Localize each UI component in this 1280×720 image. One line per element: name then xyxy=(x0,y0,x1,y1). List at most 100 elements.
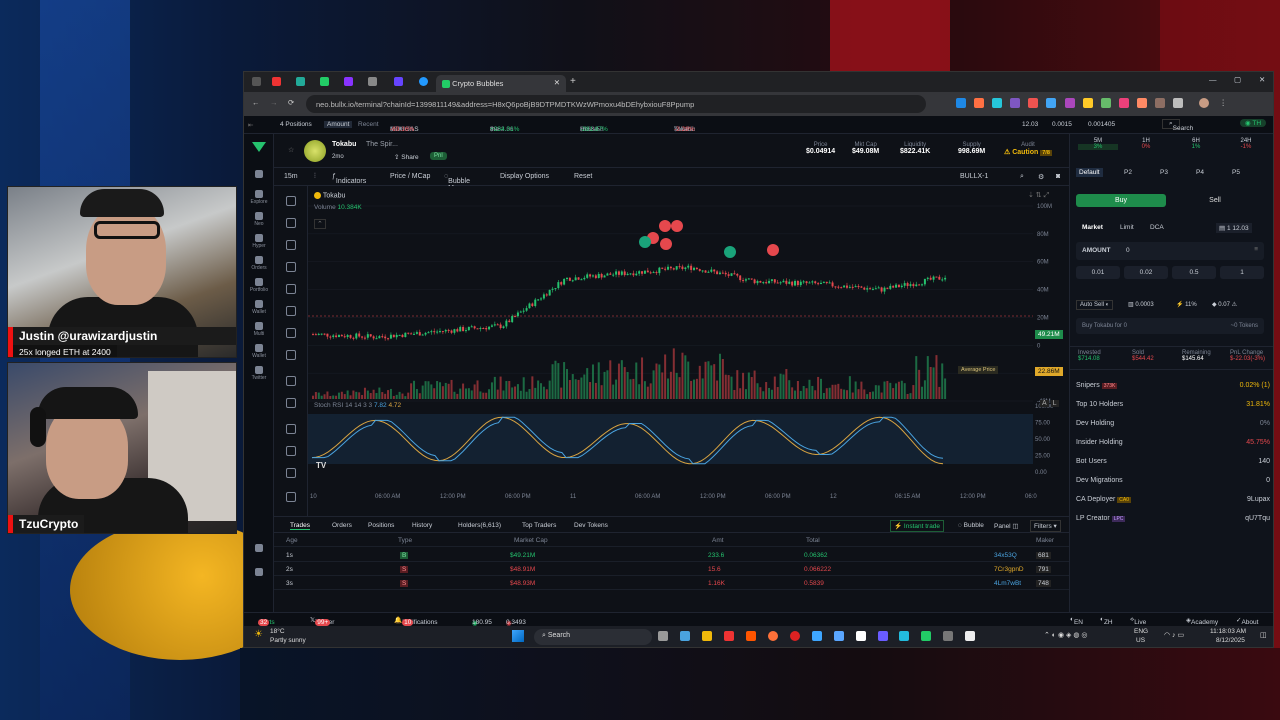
table-row[interactable]: 1s B $49.21M 233.6 0.06362 34x53Q 681 xyxy=(274,549,1069,562)
tab-favicon[interactable] xyxy=(394,77,403,86)
extension-icon[interactable] xyxy=(1046,98,1057,109)
order-dca[interactable]: DCA xyxy=(1150,224,1164,231)
buy-tab[interactable]: Buy xyxy=(1076,194,1166,207)
extension-icon[interactable] xyxy=(1064,98,1075,109)
priority-fee[interactable]: ▥ 0.0003 xyxy=(1128,301,1154,308)
network-volume-icons[interactable]: ◠ ♪ ▭ xyxy=(1164,631,1184,639)
quick-amount[interactable]: 0.02 xyxy=(1124,266,1168,279)
chrome-icon[interactable] xyxy=(723,631,734,641)
account-icon[interactable] xyxy=(246,568,272,577)
firefox-icon[interactable] xyxy=(767,631,778,641)
magnet-icon[interactable] xyxy=(286,424,296,434)
tab-favicon[interactable] xyxy=(272,77,281,86)
pattern-icon[interactable] xyxy=(286,262,296,272)
task-view-icon[interactable] xyxy=(658,631,668,641)
lang-zh[interactable]: ◐ ZH xyxy=(1100,616,1113,626)
tab-favicon[interactable] xyxy=(320,77,329,86)
period-24h[interactable]: 24H -1% xyxy=(1226,138,1266,150)
notifications-button[interactable]: 🔔 Notifications 10 xyxy=(394,616,438,626)
nav-twitter[interactable]: Twitter xyxy=(246,366,272,381)
table-row[interactable]: 2s S $48.91M 15.6 0.066222 7Cr3gpnD 791 xyxy=(274,563,1069,576)
metric-ca-deployer[interactable]: CA Deployer CA0 9Lupax xyxy=(1076,493,1270,507)
share-button[interactable]: ⇪ Share xyxy=(394,153,419,161)
brave-icon[interactable] xyxy=(745,631,756,641)
filters-button[interactable]: Filters ▾ xyxy=(1030,520,1061,532)
pin-icon[interactable]: ⇤ xyxy=(248,121,253,129)
extension-icon[interactable] xyxy=(1118,98,1129,109)
tab-holders[interactable]: Holders(6,613) xyxy=(458,522,501,529)
opera-icon[interactable] xyxy=(789,631,800,641)
ruler-icon[interactable] xyxy=(286,376,296,386)
collapse-legend-icon[interactable]: ⌃ xyxy=(314,219,326,229)
about-link[interactable]: ✓ About xyxy=(1236,616,1258,626)
slippage[interactable]: ⚡ 11% xyxy=(1176,301,1197,308)
sell-tab[interactable]: Sell xyxy=(1170,194,1260,207)
col-mcap[interactable]: Market Cap xyxy=(514,537,548,544)
reset-button[interactable]: Reset xyxy=(574,173,592,180)
taskbar-search[interactable]: ⌕ Search xyxy=(534,629,652,645)
notifications-icon[interactable]: ◫ xyxy=(1260,631,1267,639)
crosshair-icon[interactable] xyxy=(286,196,296,206)
search-icon[interactable] xyxy=(246,170,272,179)
app-icon[interactable] xyxy=(833,631,844,641)
user-badge[interactable]: ◉ TH xyxy=(1240,119,1267,127)
nav-hyper[interactable]: Hyper xyxy=(246,234,272,249)
extension-icon[interactable] xyxy=(1155,98,1166,109)
col-age[interactable]: Age xyxy=(286,537,298,544)
tab-history[interactable]: History xyxy=(412,522,432,529)
preset-p3[interactable]: P3 xyxy=(1160,169,1168,176)
tray-icons[interactable]: ⌃ ◐ ◉ ◈ ◍ ◎ xyxy=(1044,631,1088,639)
sell-marker[interactable] xyxy=(660,238,672,250)
star-icon[interactable]: ☆ xyxy=(288,146,294,154)
tab-orders[interactable]: Orders xyxy=(332,522,352,529)
emoji-icon[interactable] xyxy=(286,350,296,360)
pencil-icon[interactable] xyxy=(286,306,296,316)
url-input[interactable]: neo.bullx.io/terminal?chainId=1399811149… xyxy=(306,95,926,113)
extension-icon[interactable] xyxy=(1100,98,1111,109)
trash-icon[interactable] xyxy=(286,492,296,502)
amount-input[interactable]: AMOUNT 0 ≡ xyxy=(1076,242,1264,260)
scale-toggle[interactable]: A L xyxy=(1040,400,1059,407)
profile-avatar[interactable] xyxy=(1199,98,1210,109)
sell-marker[interactable] xyxy=(767,244,779,256)
extension-icon[interactable] xyxy=(956,98,966,109)
wallet-select[interactable]: ▤ 1 12.03 xyxy=(1216,223,1252,233)
academy-link[interactable]: ◈ Academy xyxy=(1186,616,1218,626)
clock-time[interactable]: 11:18:03 AM xyxy=(1210,628,1246,635)
quick-amount[interactable]: 0.5 xyxy=(1172,266,1216,279)
preset-p5[interactable]: P5 xyxy=(1232,169,1240,176)
minimize-icon[interactable]: — xyxy=(1209,75,1217,84)
buy-amount-field[interactable]: Buy Tokabu for 0 ~0 Tokens xyxy=(1076,318,1264,334)
preset-default[interactable]: Default xyxy=(1076,168,1103,177)
preset-p2[interactable]: P2 xyxy=(1124,169,1132,176)
tab-trades[interactable]: Trades xyxy=(290,522,310,530)
bubble-map-button[interactable]: ◌ Bubble Map xyxy=(444,173,470,192)
pair-select[interactable]: BULLX-1 xyxy=(960,173,988,180)
tradingview-icon[interactable] xyxy=(965,631,976,641)
tab-list-icon[interactable] xyxy=(252,77,261,86)
nav-wallet[interactable]: Wallet xyxy=(246,300,272,315)
tab-favicon[interactable] xyxy=(368,77,377,86)
settings-icon[interactable] xyxy=(246,544,272,553)
extension-icon[interactable] xyxy=(1010,98,1021,109)
lang-indicator[interactable]: ENG xyxy=(1134,628,1148,635)
period-5m[interactable]: 5M 3% xyxy=(1078,138,1118,150)
tab-dev-tokens[interactable]: Dev Tokens xyxy=(574,522,608,529)
nav-multi[interactable]: Multi xyxy=(246,322,272,337)
period-6h[interactable]: 6H 1% xyxy=(1176,138,1216,150)
search-button[interactable]: ⌕ Search xyxy=(1162,119,1193,132)
panel-button[interactable]: Panel ◫ xyxy=(994,522,1019,530)
lang-region[interactable]: US xyxy=(1136,637,1145,644)
chart-controls[interactable]: ⇣ ⇅ ⤢ xyxy=(1028,191,1049,200)
tab-positions[interactable]: Positions xyxy=(368,522,394,529)
order-market[interactable]: Market xyxy=(1082,224,1103,231)
app-icon[interactable] xyxy=(943,631,954,641)
interval-select[interactable]: 15m xyxy=(284,173,298,180)
stat-audit[interactable]: Audit ⚠ Caution 7/8 xyxy=(1004,142,1052,156)
nav-neo[interactable]: Neo xyxy=(246,212,272,227)
notion-icon[interactable] xyxy=(855,631,866,641)
reload-icon[interactable]: ⟳ xyxy=(288,98,294,107)
explorer-icon[interactable] xyxy=(701,631,712,641)
text-icon[interactable] xyxy=(286,328,296,338)
preset-p4[interactable]: P4 xyxy=(1196,169,1204,176)
